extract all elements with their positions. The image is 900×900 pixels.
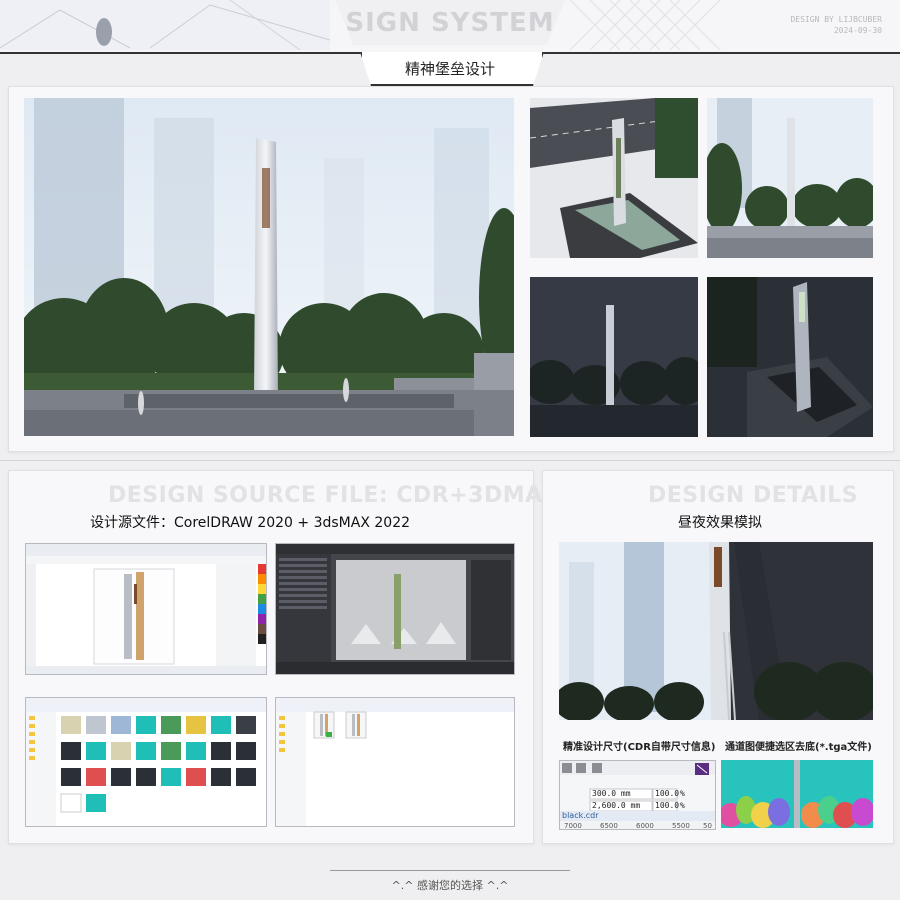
details-section-title: 昼夜效果模拟 xyxy=(678,515,762,531)
ruler-tick: 50 xyxy=(703,822,712,830)
page-title: SIGN SYSTEM xyxy=(345,8,555,38)
ruler-tick: 6500 xyxy=(600,822,618,830)
design-date: 2024-09-30 xyxy=(833,26,882,35)
cdr-height-value: 2,600.0 mm xyxy=(592,801,641,810)
file-explorer-screenshot-renders xyxy=(25,697,267,827)
main-day-render-image xyxy=(24,98,514,436)
file-explorer-screenshot-sources xyxy=(275,697,515,827)
dimensions-caption: 精准设计尺寸(CDR自带尺寸信息) xyxy=(563,742,716,753)
night-wide-render-image xyxy=(530,277,698,437)
cdr-scale-height: 100.0 xyxy=(655,801,680,810)
cdr-file-tab[interactable]: black.cdr xyxy=(562,811,599,820)
channel-map-image xyxy=(721,760,873,828)
page-subtitle: 精神堡垒设计 xyxy=(404,60,495,78)
cdr-percent-label: % xyxy=(680,789,685,798)
footer-divider xyxy=(330,870,570,871)
source-section-title: 设计源文件：CorelDRAW 2020 + 3dsMAX 2022 xyxy=(90,515,411,531)
ruler-tick: 7000 xyxy=(564,822,582,830)
details-ghost-title: DESIGN DETAILS xyxy=(648,483,859,508)
channel-caption: 通道图便捷选区去底(*.tga文件) xyxy=(725,742,872,753)
cdr-scale-width: 100.0 xyxy=(655,789,680,798)
section-separator xyxy=(0,460,900,461)
aerial-day-render-image xyxy=(530,98,698,258)
ruler-tick: 5500 xyxy=(672,822,690,830)
cdr-width-value: 300.0 mm xyxy=(592,789,631,798)
header-meta: DESIGN BY LIJBCUBER 2024-09-30 xyxy=(790,14,882,36)
designer-credit: DESIGN BY LIJBCUBER xyxy=(790,15,882,24)
source-ghost-title: DESIGN SOURCE FILE: CDR+3DMAX xyxy=(108,483,561,508)
cdr-dimension-crop: 300.0 mm 2,600.0 mm 100.0 100.0 % % blac… xyxy=(559,760,716,830)
3dsmax-screenshot xyxy=(275,543,515,675)
coreldraw-screenshot xyxy=(25,543,267,675)
day-night-comparison-image xyxy=(559,542,873,720)
ruler-tick: 6000 xyxy=(636,822,654,830)
footer-thanks: ^.^ 感谢您的选择 ^.^ xyxy=(391,879,509,892)
header-band: SIGN SYSTEM DESIGN BY LIJBCUBER 2024-09-… xyxy=(0,0,900,54)
distant-day-render-image xyxy=(707,98,873,258)
cdr-percent-label-2: % xyxy=(680,801,685,810)
night-aerial-render-image xyxy=(707,277,873,437)
